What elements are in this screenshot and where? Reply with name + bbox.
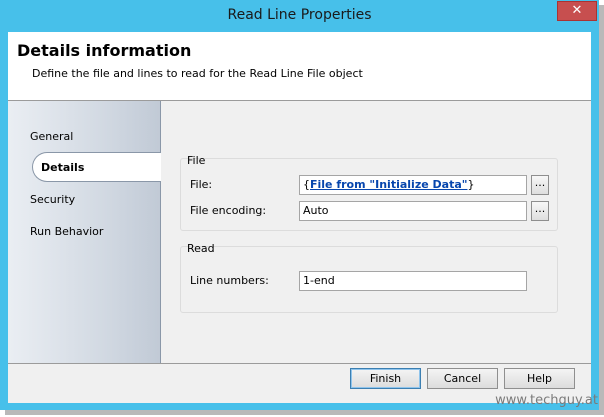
file-field-link[interactable]: File from "Initialize Data": [310, 178, 467, 191]
line-numbers-field[interactable]: 1-end: [299, 271, 527, 291]
details-panel: File File: {File from "Initialize Data"}…: [161, 101, 591, 363]
close-icon: ✕: [571, 3, 583, 18]
dialog-client: Details information Define the file and …: [8, 32, 591, 403]
file-group-title: File: [187, 154, 206, 167]
watermark-text: www.techguy.at: [495, 393, 598, 408]
nav-item-security[interactable]: Security: [30, 193, 75, 206]
nav-item-general[interactable]: General: [30, 130, 73, 143]
nav-item-details[interactable]: Details: [32, 152, 161, 182]
title-bar[interactable]: Read Line Properties ✕: [0, 0, 599, 32]
window-title: Read Line Properties: [227, 7, 372, 23]
sidebar-nav: General Details Security Run Behavior: [8, 101, 161, 363]
nav-item-label: Details: [41, 161, 85, 174]
cancel-button[interactable]: Cancel: [427, 368, 498, 389]
file-field[interactable]: {File from "Initialize Data"}: [299, 175, 527, 195]
header-panel: Details information Define the file and …: [8, 32, 591, 100]
close-button[interactable]: ✕: [557, 1, 597, 21]
nav-item-run-behavior[interactable]: Run Behavior: [30, 225, 103, 238]
page-subtitle: Define the file and lines to read for th…: [32, 67, 363, 80]
page-title: Details information: [17, 41, 192, 60]
file-field-brace-close: }: [467, 178, 475, 191]
read-group-title: Read: [187, 242, 215, 255]
finish-button[interactable]: Finish: [350, 368, 421, 389]
dialog-window: Read Line Properties ✕ Details informati…: [0, 0, 599, 410]
file-label: File:: [190, 178, 213, 191]
file-field-brace-open: {: [303, 178, 310, 191]
file-encoding-label: File encoding:: [190, 204, 267, 217]
file-encoding-field[interactable]: Auto: [299, 201, 527, 221]
encoding-browse-button[interactable]: ...: [531, 201, 549, 221]
help-button[interactable]: Help: [504, 368, 575, 389]
file-browse-button[interactable]: ...: [531, 175, 549, 195]
line-numbers-label: Line numbers:: [190, 274, 269, 287]
